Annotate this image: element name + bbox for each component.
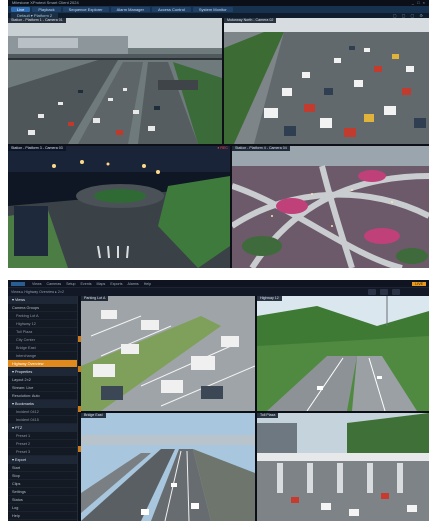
camera-label: Station - Platform 1 - Camera 01 bbox=[8, 18, 66, 23]
camera-tile-3[interactable]: Station - Platform 3 - Camera 03 ● REC bbox=[8, 146, 230, 268]
tab-live[interactable]: Live bbox=[11, 7, 31, 12]
secondary-toolbar: Views ▸ Highway Overview ▸ 2×2 bbox=[8, 288, 429, 296]
sidebar-item[interactable]: Toll Plaza bbox=[8, 328, 77, 336]
sidebar-item[interactable]: Parking Lot A bbox=[8, 312, 77, 320]
sidebar-section-header[interactable]: ▾ PTZ bbox=[8, 424, 77, 432]
sidebar-item[interactable]: Incident 0415 bbox=[8, 416, 77, 424]
camera-label: Parking Lot A bbox=[81, 296, 109, 301]
window-title: Milestone XProtect Smart Client 2024 bbox=[12, 0, 79, 5]
camera-tile-4[interactable]: Station - Platform 4 - Camera 04 bbox=[232, 146, 429, 268]
menu-item[interactable]: Views bbox=[32, 280, 42, 288]
sidebar-item[interactable]: Preset 3 bbox=[8, 448, 77, 456]
tab-alarm-manager[interactable]: Alarm Manager bbox=[110, 7, 150, 12]
sidebar-item[interactable]: Bridge East bbox=[8, 344, 77, 352]
sidebar-item[interactable]: Preset 2 bbox=[8, 440, 77, 448]
sidebar-item[interactable]: Highway Overview bbox=[8, 360, 77, 368]
camera-tile-parking[interactable]: Parking Lot A bbox=[81, 296, 255, 411]
app-logo bbox=[11, 282, 25, 286]
camera-feed-parking-lot bbox=[81, 296, 255, 411]
sidebar-panel: ▾ Views Camera Groups Parking Lot A Highway… bbox=[8, 296, 78, 521]
tab-sequence-explorer[interactable]: Sequence Explorer bbox=[62, 7, 109, 12]
menu-item[interactable]: Help bbox=[144, 280, 151, 288]
camera-tile-2[interactable]: Motorway North - Camera 02 bbox=[224, 18, 429, 144]
menu-item[interactable]: Exports bbox=[110, 280, 122, 288]
sidebar-item[interactable]: Settings bbox=[8, 488, 77, 496]
sidebar-item[interactable]: Camera Groups bbox=[8, 304, 77, 312]
camera-label: Highway 12 bbox=[257, 296, 282, 301]
main-tab-bar: Live Playback Sequence Explorer Alarm Ma… bbox=[8, 6, 429, 13]
sidebar-item[interactable]: Layout 2×2 bbox=[8, 376, 77, 384]
camera-label: Station - Platform 3 - Camera 03 bbox=[8, 146, 66, 151]
grid-layout-button[interactable] bbox=[368, 289, 376, 295]
menu-item[interactable]: Alarms bbox=[128, 280, 139, 288]
sidebar-item[interactable]: Resolution: Auto bbox=[8, 392, 77, 400]
camera-feed-bridge bbox=[81, 413, 255, 521]
menu-item[interactable]: Maps bbox=[97, 280, 106, 288]
sidebar-item[interactable]: Status bbox=[8, 496, 77, 504]
camera-tile-bridge[interactable]: Bridge East bbox=[81, 413, 255, 521]
sidebar-item[interactable]: City Center bbox=[8, 336, 77, 344]
vms-window-views: Views Cameras Setup Events Maps Exports … bbox=[8, 280, 429, 521]
fullscreen-button[interactable] bbox=[380, 289, 388, 295]
sidebar-item[interactable]: Preset 1 bbox=[8, 432, 77, 440]
menu-item[interactable]: Cameras bbox=[47, 280, 62, 288]
camera-label: Bridge East bbox=[81, 413, 106, 418]
sidebar-item[interactable]: Clips bbox=[8, 480, 77, 488]
sidebar-item[interactable]: Interchange bbox=[8, 352, 77, 360]
camera-feed-highway-station bbox=[8, 18, 222, 144]
camera-feed-highway-hills bbox=[257, 296, 429, 411]
tab-system-monitor[interactable]: System Monitor bbox=[192, 7, 233, 12]
sidebar-item[interactable]: Help bbox=[8, 512, 77, 520]
camera-tile-1[interactable]: Station - Platform 1 - Camera 01 bbox=[8, 18, 222, 144]
sidebar-item[interactable]: Stream: Live bbox=[8, 384, 77, 392]
top-menu-bar: Views Cameras Setup Events Maps Exports … bbox=[8, 280, 429, 288]
camera-tile-toll[interactable]: Toll Plaza bbox=[257, 413, 429, 521]
live-badge: LIVE bbox=[412, 282, 426, 286]
sidebar-section-header[interactable]: ▾ Properties bbox=[8, 368, 77, 376]
camera-label: Toll Plaza bbox=[257, 413, 279, 418]
menu-item[interactable]: Setup bbox=[66, 280, 75, 288]
breadcrumb: Views ▸ Highway Overview ▸ 2×2 bbox=[11, 290, 64, 294]
main-menu: Views Cameras Setup Events Maps Exports … bbox=[32, 280, 151, 288]
tab-playback[interactable]: Playback bbox=[32, 7, 61, 12]
sidebar-section-header[interactable]: ▾ Export bbox=[8, 456, 77, 464]
camera-feed-night-roundabout bbox=[8, 146, 230, 268]
menu-item[interactable]: Events bbox=[81, 280, 92, 288]
camera-tile-highway[interactable]: Highway 12 bbox=[257, 296, 429, 411]
camera-label: Station - Platform 4 - Camera 04 bbox=[232, 146, 290, 151]
vms-window-live: Milestone XProtect Smart Client 2024 _ □… bbox=[8, 0, 429, 268]
camera-feed-toll-plaza bbox=[257, 413, 429, 521]
sidebar-item[interactable]: Start bbox=[8, 464, 77, 472]
sidebar-section-header[interactable]: ▾ Views bbox=[8, 296, 77, 304]
camera-label: Motorway North - Camera 02 bbox=[224, 18, 277, 23]
sidebar-item[interactable]: Highway 12 bbox=[8, 320, 77, 328]
sidebar-item[interactable]: Log bbox=[8, 504, 77, 512]
sidebar-item[interactable]: Incident 0412 bbox=[8, 408, 77, 416]
settings-button[interactable] bbox=[392, 289, 400, 295]
tab-access-control[interactable]: Access Control bbox=[151, 7, 191, 12]
camera-feed-motorway-traffic bbox=[224, 18, 429, 144]
sidebar-section-header[interactable]: ▾ Bookmarks bbox=[8, 400, 77, 408]
recording-indicator: ● REC bbox=[217, 146, 228, 150]
camera-feed-interchange bbox=[232, 146, 429, 268]
sidebar-item[interactable]: Stop bbox=[8, 472, 77, 480]
